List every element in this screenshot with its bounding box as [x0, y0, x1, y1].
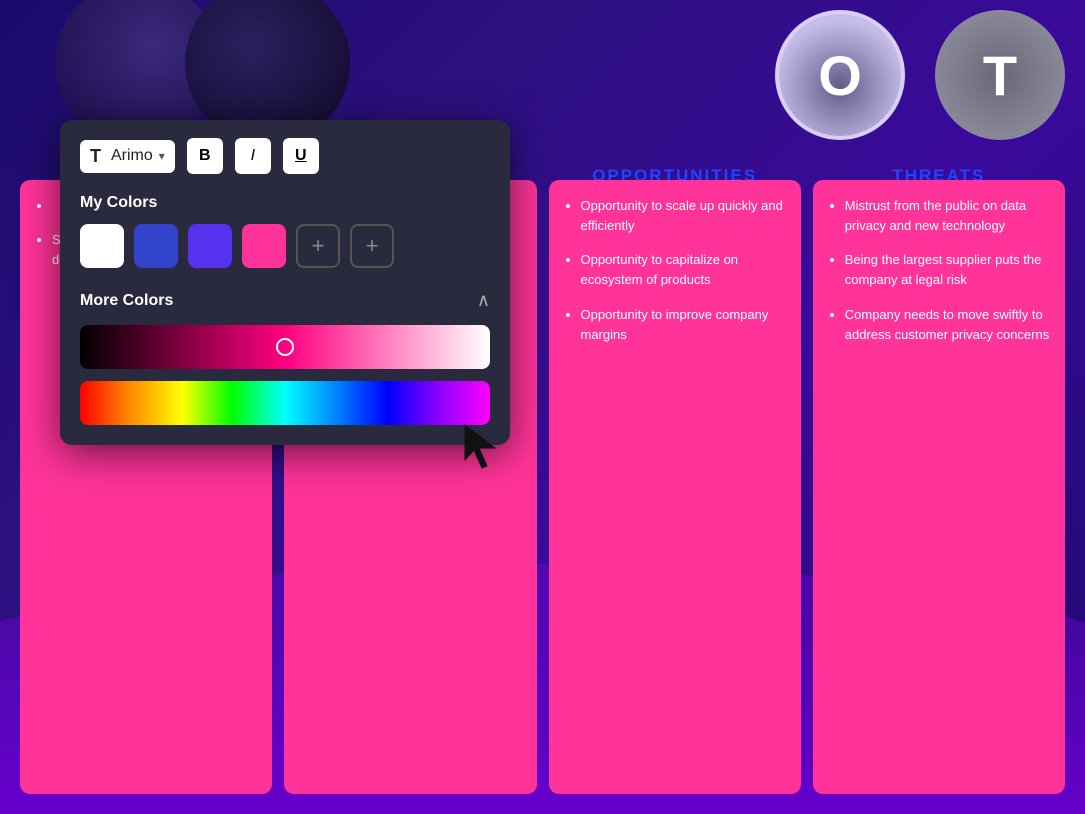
- rainbow-bar[interactable]: [80, 381, 490, 425]
- threats-column: Mistrust from the public on data privacy…: [813, 180, 1065, 794]
- font-name-label: Arimo: [111, 147, 153, 165]
- color-gradient-bar[interactable]: [80, 325, 490, 369]
- list-item: Opportunity to capitalize on ecosystem o…: [581, 250, 787, 290]
- threats-list: Mistrust from the public on data privacy…: [827, 196, 1051, 345]
- add-color-button-2[interactable]: +: [350, 224, 394, 268]
- list-item: Mistrust from the public on data privacy…: [845, 196, 1051, 236]
- my-colors-label: My Colors: [80, 194, 490, 212]
- list-item: Opportunity to scale up quickly and effi…: [581, 196, 787, 236]
- more-colors-header[interactable]: More Colors ∧: [80, 290, 490, 311]
- opportunities-letter: O: [818, 43, 862, 108]
- add-color-button-1[interactable]: +: [296, 224, 340, 268]
- threats-letter: T: [983, 43, 1017, 108]
- opportunities-column: Opportunity to scale up quickly and effi…: [549, 180, 801, 794]
- font-t-icon: T: [90, 146, 101, 167]
- threats-card: Mistrust from the public on data privacy…: [813, 180, 1065, 794]
- gradient-handle[interactable]: [276, 338, 294, 356]
- swatch-blue[interactable]: [134, 224, 178, 268]
- more-colors-label: More Colors: [80, 292, 173, 310]
- underline-button[interactable]: U: [283, 138, 319, 174]
- italic-button[interactable]: I: [235, 138, 271, 174]
- swatch-pink[interactable]: [242, 224, 286, 268]
- font-selector[interactable]: T Arimo ▾: [80, 140, 175, 173]
- opportunities-card: Opportunity to scale up quickly and effi…: [549, 180, 801, 794]
- opportunities-list: Opportunity to scale up quickly and effi…: [563, 196, 787, 345]
- list-item: Opportunity to improve company margins: [581, 305, 787, 345]
- opp-thr-circles: O T: [775, 10, 1065, 140]
- list-item: Company needs to move swiftly to address…: [845, 305, 1051, 345]
- bold-button[interactable]: B: [187, 138, 223, 174]
- cursor-arrow: [460, 420, 500, 475]
- list-item: Being the largest supplier puts the comp…: [845, 250, 1051, 290]
- threats-circle: T: [935, 10, 1065, 140]
- opportunities-circle: O: [775, 10, 905, 140]
- my-colors-swatches: + +: [80, 224, 490, 268]
- font-chevron-icon: ▾: [159, 149, 165, 163]
- swatch-violet[interactable]: [188, 224, 232, 268]
- toolbar-top-row: T Arimo ▾ B I U: [80, 138, 490, 174]
- swatch-white[interactable]: [80, 224, 124, 268]
- color-picker-popup: T Arimo ▾ B I U My Colors + + More Color…: [60, 120, 510, 445]
- more-colors-chevron-icon: ∧: [477, 290, 490, 311]
